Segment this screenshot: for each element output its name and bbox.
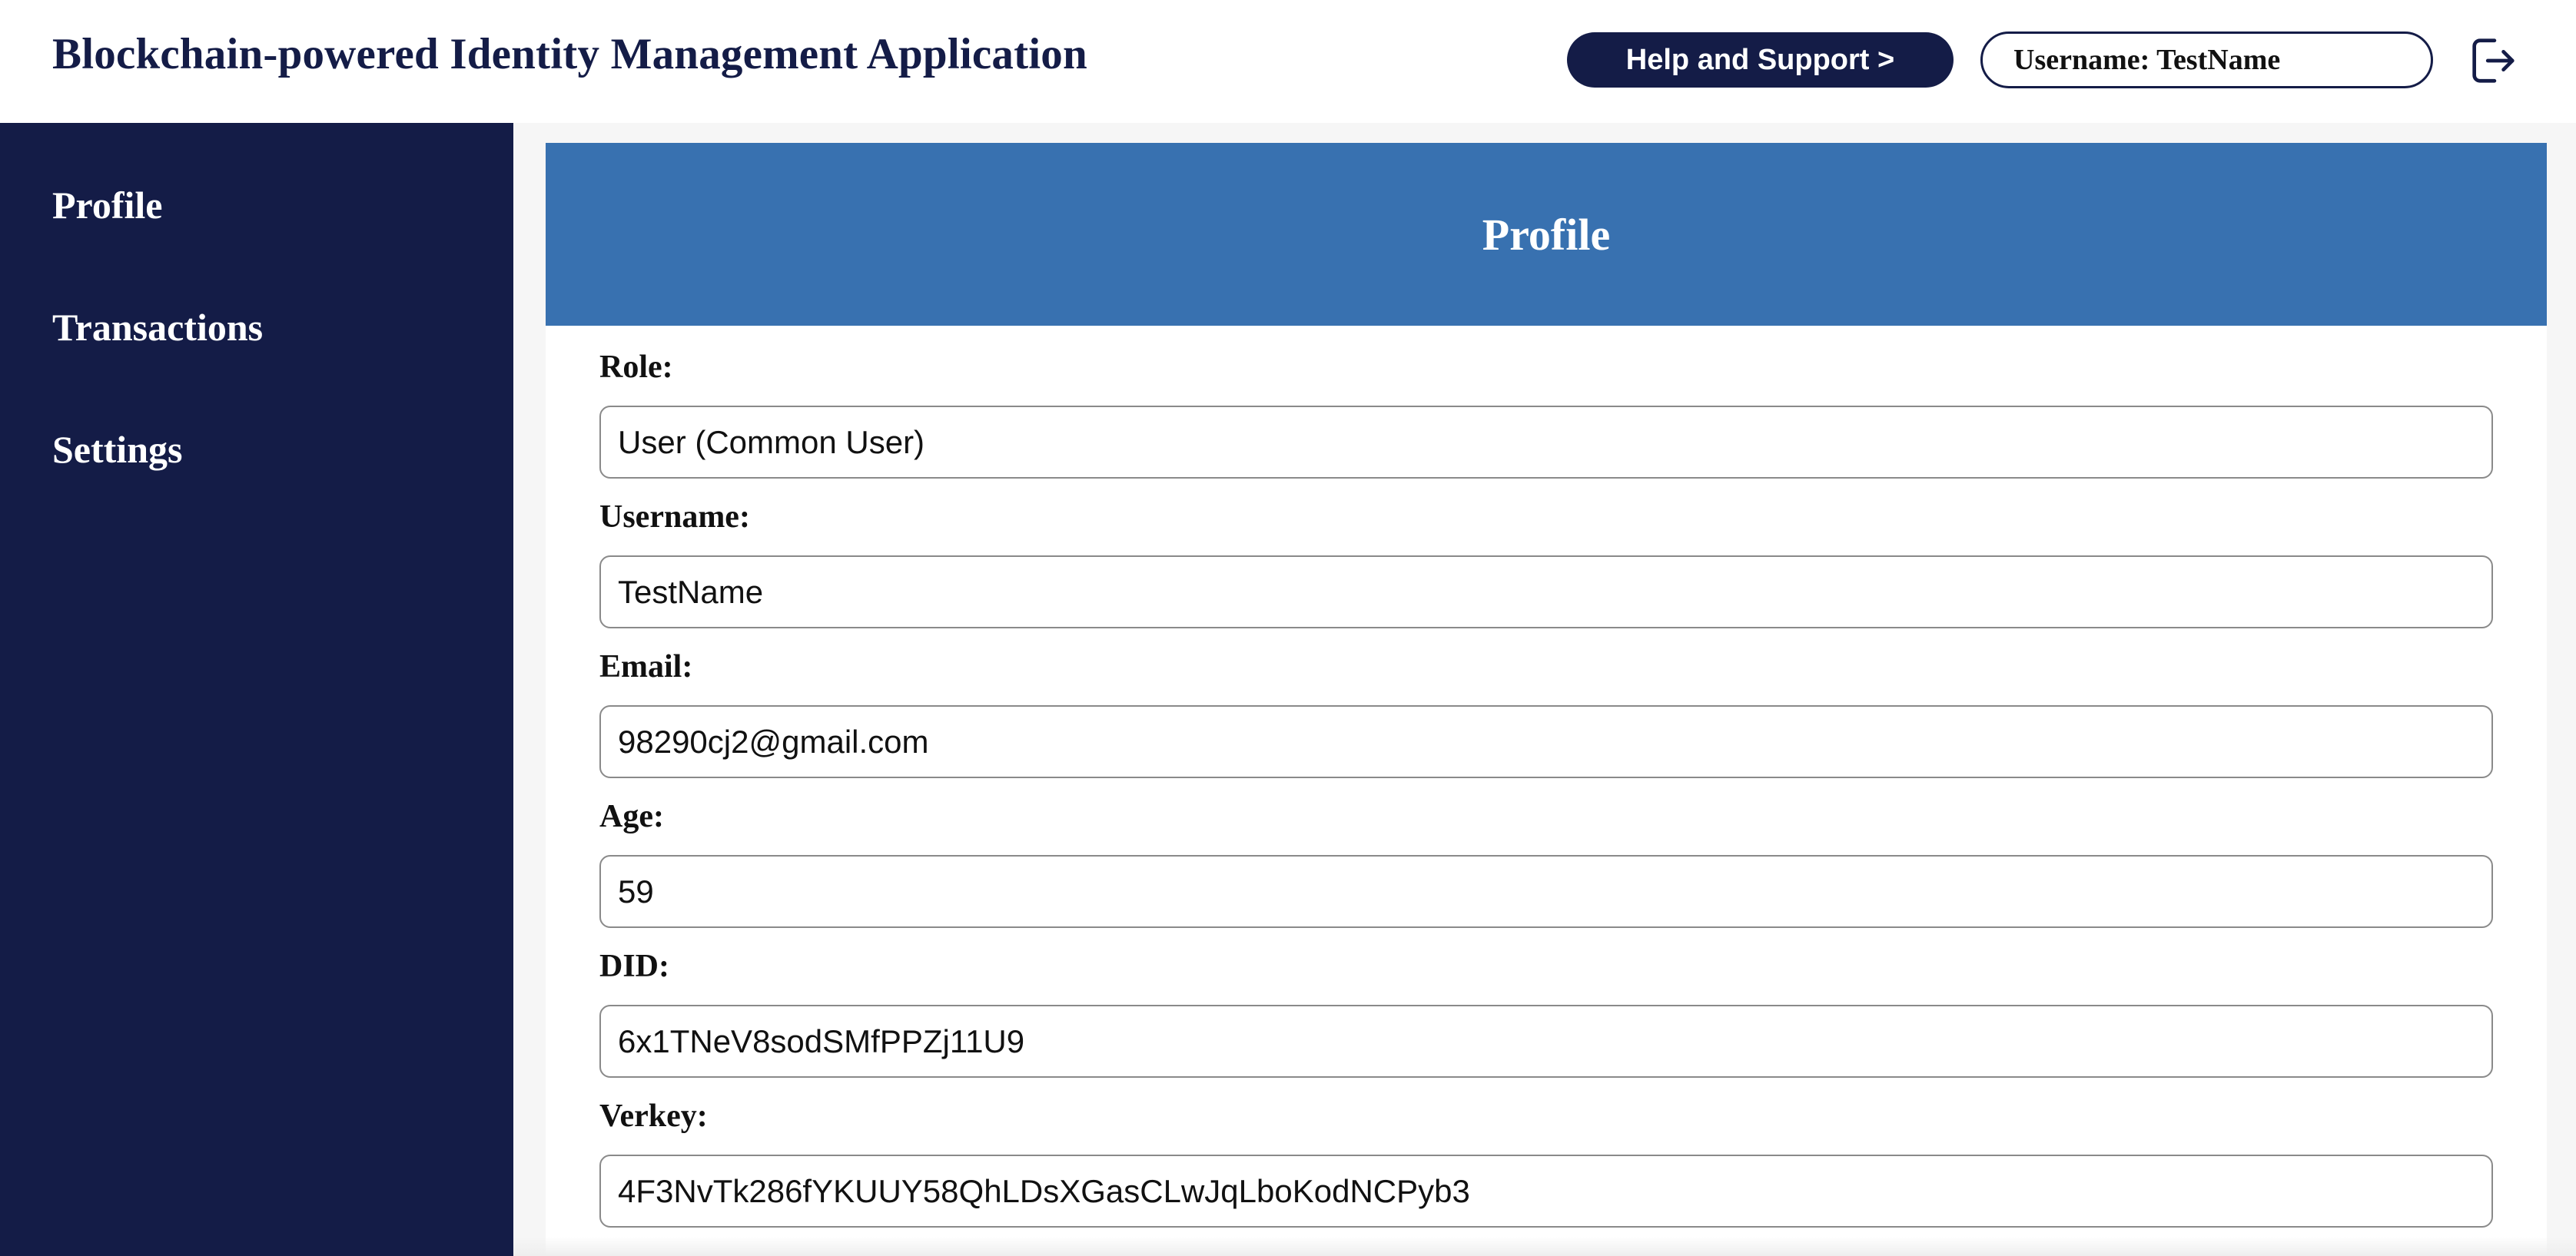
email-label: Email:: [599, 649, 693, 684]
age-label: Age:: [599, 799, 664, 834]
sidebar-item-settings[interactable]: Settings: [52, 427, 182, 472]
username-field[interactable]: [599, 555, 2493, 628]
profile-title: Profile: [1482, 209, 1611, 260]
sidebar: Profile Transactions Settings: [0, 123, 513, 1256]
verkey-label: Verkey:: [599, 1099, 708, 1134]
verkey-field[interactable]: [599, 1155, 2493, 1228]
logout-icon: [2472, 38, 2515, 83]
age-field[interactable]: [599, 855, 2493, 928]
logout-button[interactable]: [2459, 28, 2525, 94]
profile-card: Profile Role: Username: Email: Age: DID:…: [546, 143, 2547, 1256]
did-field[interactable]: [599, 1005, 2493, 1078]
did-label: DID:: [599, 949, 669, 984]
username-label: Username:: [599, 499, 750, 535]
help-and-support-button[interactable]: Help and Support >: [1567, 32, 1954, 88]
sidebar-item-profile[interactable]: Profile: [52, 183, 162, 227]
sidebar-item-transactions[interactable]: Transactions: [52, 305, 263, 350]
main-content: Profile Role: Username: Email: Age: DID:…: [513, 123, 2576, 1256]
profile-header: Profile: [546, 143, 2547, 326]
username-badge: Username: TestName: [1980, 31, 2433, 88]
role-label: Role:: [599, 350, 673, 385]
app-window: Blockchain-powered Identity Management A…: [0, 0, 2576, 1256]
bottom-shadow: [513, 1237, 2576, 1256]
app-title: Blockchain-powered Identity Management A…: [52, 30, 1087, 78]
role-field[interactable]: [599, 406, 2493, 479]
top-header: Blockchain-powered Identity Management A…: [0, 0, 2576, 123]
email-field[interactable]: [599, 705, 2493, 778]
